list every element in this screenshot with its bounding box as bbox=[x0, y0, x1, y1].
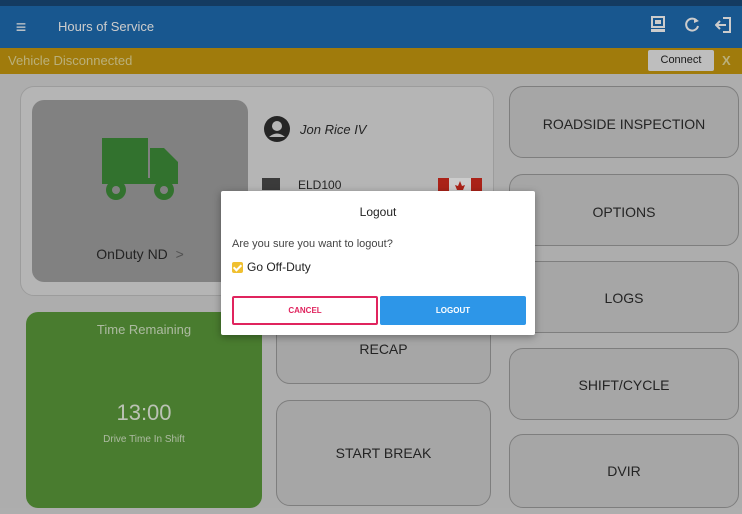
logs-button[interactable]: LOGS bbox=[509, 261, 739, 333]
connect-button[interactable]: Connect bbox=[648, 50, 714, 71]
dialog-message: Are you sure you want to logout? bbox=[232, 238, 393, 250]
banner-close-button[interactable]: X bbox=[722, 52, 731, 70]
dvir-button[interactable]: DVIR bbox=[509, 434, 739, 508]
eld-label: ELD100 bbox=[298, 178, 342, 192]
chevron-right-icon: > bbox=[175, 246, 184, 262]
banner-message: Vehicle Disconnected bbox=[8, 53, 133, 68]
options-button[interactable]: OPTIONS bbox=[509, 174, 739, 246]
logout-dialog: Logout Are you sure you want to logout? … bbox=[221, 191, 535, 335]
duty-status-label: OnDuty ND > bbox=[96, 246, 184, 262]
driver-name: Jon Rice IV bbox=[300, 122, 367, 137]
logout-icon[interactable] bbox=[714, 16, 734, 38]
truck-icon bbox=[102, 138, 178, 200]
roadside-inspection-button[interactable]: ROADSIDE INSPECTION bbox=[509, 86, 739, 158]
connection-banner: Vehicle Disconnected Connect X bbox=[0, 48, 742, 74]
eld-icon bbox=[262, 178, 280, 190]
refresh-icon[interactable] bbox=[682, 16, 702, 38]
dialog-title: Logout bbox=[359, 205, 397, 219]
start-break-button[interactable]: START BREAK bbox=[276, 400, 491, 506]
shift-cycle-button[interactable]: SHIFT/CYCLE bbox=[509, 348, 739, 420]
time-remaining-card[interactable]: Time Remaining 13:00 Drive Time In Shift bbox=[26, 312, 262, 508]
time-remaining-value: 13:00 bbox=[116, 400, 172, 425]
eld-device-icon[interactable] bbox=[648, 16, 668, 38]
logout-button[interactable]: LOGOUT bbox=[380, 296, 526, 325]
go-off-duty-label[interactable]: Go Off-Duty bbox=[247, 260, 311, 274]
time-remaining-caption: Drive Time In Shift bbox=[103, 434, 185, 445]
menu-icon[interactable]: ≡ bbox=[12, 16, 30, 38]
cancel-button[interactable]: CANCEL bbox=[232, 296, 378, 325]
driver-avatar-icon bbox=[264, 116, 290, 142]
duty-status-button[interactable]: OnDuty ND > bbox=[32, 100, 248, 282]
app-title: Hours of Service bbox=[58, 19, 155, 34]
app-bar: ≡ Hours of Service bbox=[0, 6, 742, 48]
go-off-duty-checkbox[interactable] bbox=[232, 262, 243, 273]
